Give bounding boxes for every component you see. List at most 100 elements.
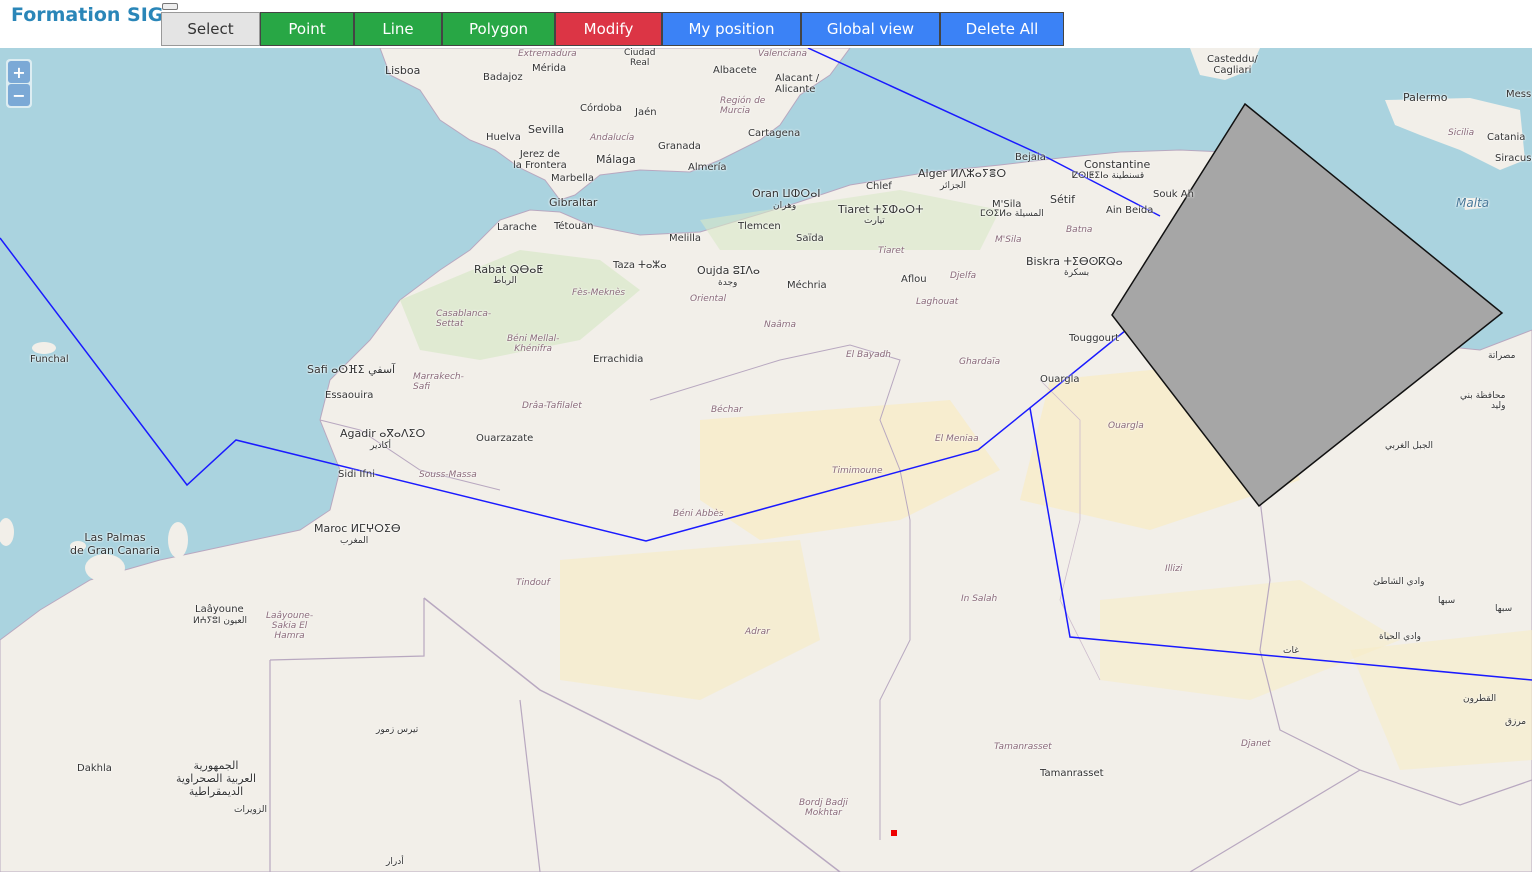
label-oujda-ar: وجدة [718, 278, 738, 288]
label-jaen: Jaén [635, 107, 657, 118]
label-laayoune-region: Laâyoune- Sakia El Hamra [266, 611, 314, 641]
label-dakhla: Dakhla [77, 763, 112, 774]
label-granada: Granada [658, 141, 701, 152]
label-marrakech: Marrakech- Safi [413, 372, 464, 392]
label-saida: Saïda [796, 233, 824, 244]
label-aflou: Aflou [901, 274, 927, 285]
label-maroc-ar: المغرب [340, 536, 369, 546]
label-naama: Naâma [764, 320, 797, 330]
point-button[interactable]: Point [260, 12, 354, 46]
label-catania: Catania [1487, 132, 1526, 143]
label-setif: Sétif [1050, 193, 1075, 206]
zoom-in-button[interactable]: + [8, 61, 30, 83]
label-tiris: تيرس زمور [376, 725, 419, 735]
drawn-features [0, 48, 1532, 681]
label-tindouf: Tindouf [516, 578, 550, 588]
delete-all-button[interactable]: Delete All [940, 12, 1064, 46]
label-larache: Larache [497, 222, 537, 233]
zoom-control: + − [6, 59, 32, 108]
label-constantine: Constantine [1084, 158, 1151, 171]
label-extremadura: Extremadura [518, 49, 577, 59]
label-tetouan: Tétouan [554, 221, 594, 232]
label-in-salah: In Salah [961, 594, 998, 604]
drawn-point[interactable] [891, 830, 897, 836]
label-ain-beida: Ain Beida [1106, 205, 1154, 216]
label-bordj: Bordj Badji Mokhtar [799, 798, 848, 818]
draw-toolbar: Select Point Line Polygon Modify My posi… [161, 12, 1064, 46]
label-ghat: غات [1283, 646, 1299, 656]
label-murcia: Región de Murcia [720, 96, 766, 116]
label-rabat: Rabat ⵕⴱⴰⵟ [474, 263, 544, 276]
label-cordoba: Córdoba [580, 103, 622, 114]
label-biskra-ar: بسكرة [1064, 268, 1090, 278]
label-biskra: Biskra ⵜⵉⴱⵙⴽⵕⴰ [1026, 255, 1123, 268]
label-safi: Safi ⴰⵙⴼⵉ آسفي [307, 363, 396, 376]
label-msila-ar: ⵎⵙⵉⵍⴰ المسيلة [980, 209, 1044, 219]
label-palermo: Palermo [1403, 91, 1448, 104]
label-malta: Malta [1456, 196, 1490, 210]
modify-button[interactable]: Modify [555, 12, 662, 46]
label-qatrun: القطرون [1463, 694, 1497, 704]
label-djanet: Djanet [1241, 739, 1271, 749]
label-oran: Oran ⵡⵀⵔⴰⵏ [752, 187, 821, 200]
label-draa: Drâa-Tafilalet [522, 401, 582, 411]
label-melilla: Melilla [669, 233, 702, 244]
collapse-toggle[interactable] [162, 3, 178, 10]
label-taza: Taza ⵜⴰⵣⴰ [613, 260, 667, 271]
label-marbella: Marbella [551, 173, 595, 184]
label-funchal: Funchal [30, 354, 69, 365]
label-ghardaia: Ghardaïa [959, 357, 1001, 367]
label-chlef: Chlef [866, 181, 892, 192]
label-valenciana: Valenciana [758, 49, 808, 59]
label-gibraltar: Gibraltar [549, 196, 598, 209]
label-constantine-ar: ⵇⵙⵏⵟⵉⵏⴰ قسنطينة [1072, 171, 1145, 181]
label-huelva: Huelva [486, 132, 521, 143]
polygon-button[interactable]: Polygon [442, 12, 555, 46]
label-oriental: Oriental [690, 294, 727, 304]
label-bani-walid: محافظة بني وليد [1460, 391, 1506, 411]
label-mechria: Méchria [787, 280, 827, 291]
label-touggourt: Touggourt [1069, 333, 1120, 344]
label-casablanca: Casablanca- Settat [436, 309, 492, 329]
app-header: Formation SIG Select Point Line Polygon … [0, 0, 1532, 48]
label-tamanrasset-region: Tamanrasset [994, 742, 1052, 752]
label-lisboa: Lisboa [385, 64, 421, 77]
label-tiaret: Tiaret ⵜⵉⵀⴰⵔⵜ [838, 203, 924, 216]
zoom-out-button[interactable]: − [8, 84, 30, 106]
label-sevilla: Sevilla [528, 123, 565, 136]
label-msila-region: M'Sila [995, 235, 1022, 245]
label-tamanrasset: Tamanrasset [1040, 768, 1104, 779]
label-laayoune: Laâyoune [195, 604, 244, 615]
label-sebha-2: سبها [1495, 604, 1513, 614]
drawn-line-1[interactable] [0, 237, 1137, 542]
label-adrar-ar: أدرار [386, 857, 404, 867]
label-fes-meknes: Fès-Meknès [572, 288, 626, 298]
drawn-polygon[interactable] [1111, 102, 1504, 508]
label-timimoune: Timimoune [832, 466, 883, 476]
label-cagliari: Casteddu/ Cagliari [1207, 54, 1258, 76]
label-adrar: Adrar [745, 627, 770, 637]
map-canvas[interactable]: + − Lisboa Mérida Extremadura Valenciana… [0, 48, 1532, 872]
label-djelfa: Djelfa [950, 271, 977, 281]
label-bechar: Béchar [711, 405, 743, 415]
label-ouargla: Ouargla [1040, 374, 1080, 385]
label-albacete: Albacete [713, 65, 757, 76]
label-malaga: Málaga [596, 153, 636, 166]
label-zouerat: الزويرات [234, 805, 267, 815]
label-el-bayadh: El Bayadh [846, 350, 891, 360]
label-beni-mellal: Béni Mellal- Khénifra [507, 334, 560, 354]
label-sidi-ifni: Sidi Ifni [338, 469, 376, 480]
global-view-button[interactable]: Global view [801, 12, 940, 46]
label-messina: Mess [1506, 89, 1532, 100]
line-button[interactable]: Line [354, 12, 442, 46]
label-murzuq: مرزق [1505, 717, 1527, 727]
my-position-button[interactable]: My position [662, 12, 801, 46]
label-souss: Souss-Massa [419, 470, 477, 480]
select-button[interactable]: Select [161, 12, 260, 46]
label-agadir: Agadir ⴰⴳⴰⴷⵉⵔ [340, 427, 426, 440]
label-tiaret-region: Tiaret [878, 246, 905, 256]
label-siracusa: Siracusa [1495, 153, 1532, 164]
label-almeria: Almería [688, 162, 727, 173]
drawn-line-2[interactable] [807, 48, 1161, 217]
label-laghouat: Laghouat [916, 297, 959, 307]
